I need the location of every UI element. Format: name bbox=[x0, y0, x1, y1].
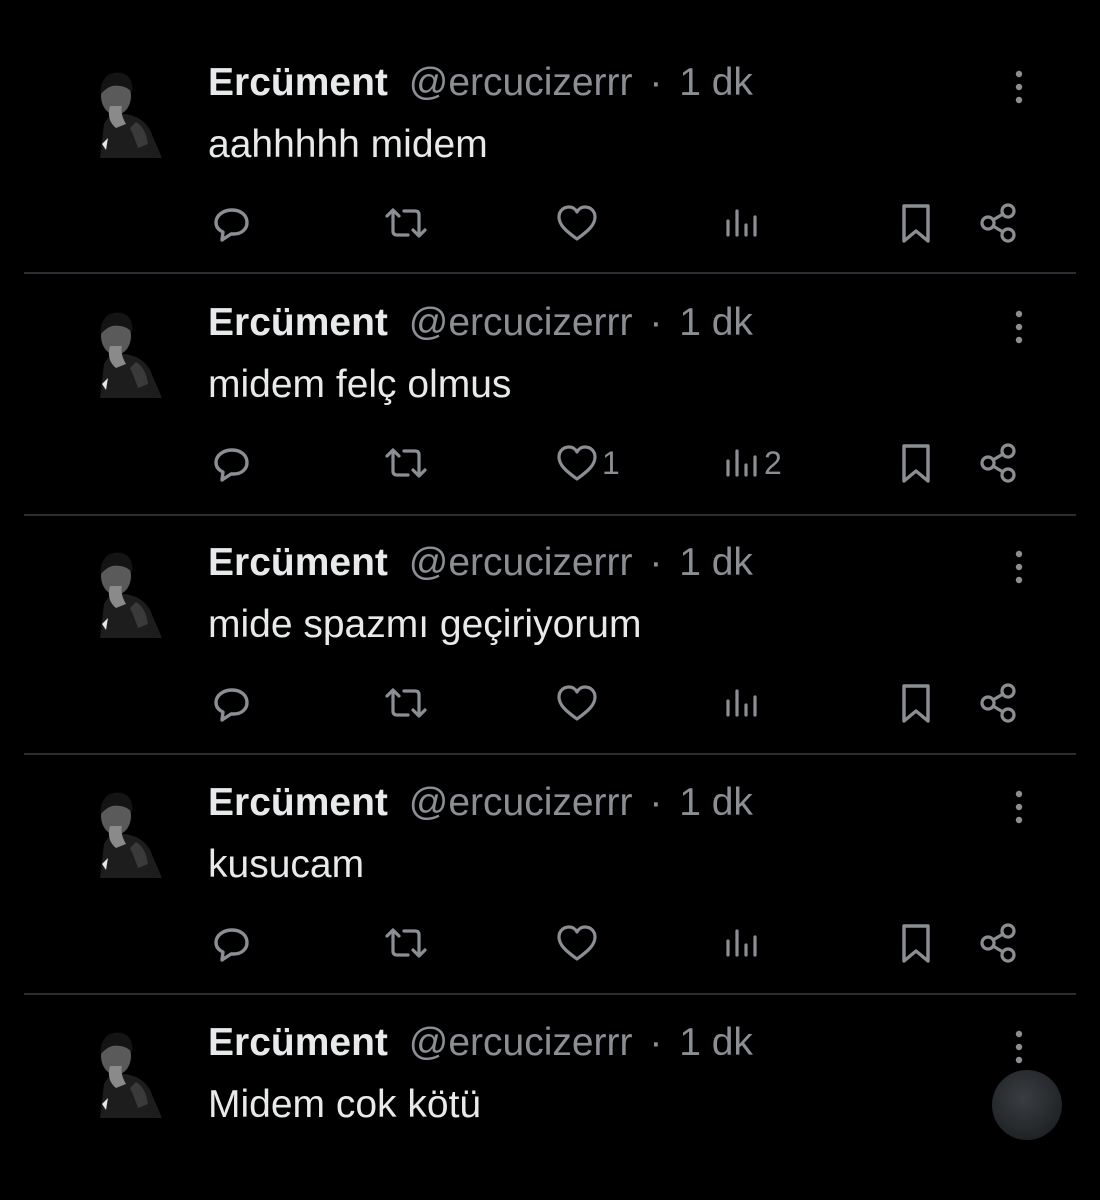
tweet-text: midem felç olmus bbox=[208, 363, 512, 406]
bookmark-icon bbox=[902, 684, 930, 723]
more-options-icon[interactable] bbox=[1008, 306, 1030, 350]
display-name[interactable]: Ercüment bbox=[208, 541, 388, 584]
display-name[interactable]: Ercüment bbox=[208, 61, 388, 104]
tweet[interactable]: Ercüment @ercucizerrr · 1 dk aahhhhh mid… bbox=[0, 0, 1100, 243]
tweet[interactable]: Ercüment @ercucizerrr · 1 dk Midem cok k… bbox=[0, 960, 1100, 1200]
display-name[interactable]: Ercüment bbox=[208, 781, 388, 824]
retweet-icon bbox=[385, 688, 427, 718]
avatar[interactable] bbox=[76, 1024, 170, 1118]
user-handle[interactable]: @ercucizerrr bbox=[409, 1021, 633, 1064]
user-handle[interactable]: @ercucizerrr bbox=[409, 541, 633, 584]
display-name[interactable]: Ercüment bbox=[208, 1021, 388, 1064]
retweet-icon bbox=[385, 208, 427, 238]
views-icon bbox=[726, 689, 757, 717]
separator-dot: · bbox=[649, 541, 663, 584]
tweet-header: Ercüment @ercucizerrr · 1 dk bbox=[208, 58, 753, 108]
separator-dot: · bbox=[649, 781, 663, 824]
separator-dot: · bbox=[649, 301, 663, 344]
tweet[interactable]: Ercüment @ercucizerrr · 1 dk mide spazmı… bbox=[0, 480, 1100, 723]
display-name[interactable]: Ercüment bbox=[208, 301, 388, 344]
more-options-icon[interactable] bbox=[1008, 66, 1030, 110]
more-options-icon[interactable] bbox=[1008, 546, 1030, 590]
timestamp[interactable]: 1 dk bbox=[679, 541, 753, 584]
bookmark-icon bbox=[902, 444, 930, 483]
separator-dot: · bbox=[649, 1021, 663, 1064]
tweet[interactable]: Ercüment @ercucizerrr · 1 dk midem felç … bbox=[0, 240, 1100, 483]
avatar[interactable] bbox=[76, 784, 170, 878]
bookmark-icon bbox=[902, 924, 930, 963]
views-icon bbox=[726, 929, 757, 957]
reply-icon bbox=[214, 928, 249, 962]
more-options-icon[interactable] bbox=[1008, 1026, 1030, 1070]
retweet-icon bbox=[385, 928, 427, 958]
views-icon bbox=[726, 449, 757, 477]
user-handle[interactable]: @ercucizerrr bbox=[409, 781, 633, 824]
reply-icon bbox=[214, 208, 249, 242]
views-icon bbox=[726, 209, 757, 237]
tweet-header: Ercüment @ercucizerrr · 1 dk bbox=[208, 538, 753, 588]
avatar[interactable] bbox=[76, 544, 170, 638]
heart-icon bbox=[557, 925, 597, 961]
tweet-text: Midem cok kötü bbox=[208, 1083, 482, 1126]
timestamp[interactable]: 1 dk bbox=[679, 61, 753, 104]
reply-icon bbox=[214, 448, 249, 482]
views-count: 2 bbox=[764, 444, 782, 481]
tweet-text: mide spazmı geçiriyorum bbox=[208, 603, 642, 646]
tweet-header: Ercüment @ercucizerrr · 1 dk bbox=[208, 1018, 753, 1068]
tweet-text: aahhhhh midem bbox=[208, 123, 488, 166]
floating-action-button[interactable] bbox=[992, 1070, 1062, 1140]
tweet-header: Ercüment @ercucizerrr · 1 dk bbox=[208, 778, 753, 828]
heart-icon bbox=[557, 445, 597, 481]
avatar[interactable] bbox=[76, 64, 170, 158]
tweet-header: Ercüment @ercucizerrr · 1 dk bbox=[208, 298, 753, 348]
heart-icon bbox=[557, 205, 597, 241]
timestamp[interactable]: 1 dk bbox=[679, 781, 753, 824]
more-options-icon[interactable] bbox=[1008, 786, 1030, 830]
retweet-icon bbox=[385, 448, 427, 478]
timeline: Ercüment @ercucizerrr · 1 dk aahhhhh mid… bbox=[0, 0, 1100, 1200]
user-handle[interactable]: @ercucizerrr bbox=[409, 301, 633, 344]
separator-dot: · bbox=[649, 61, 663, 104]
reply-icon bbox=[214, 688, 249, 722]
bookmark-icon bbox=[902, 204, 930, 243]
like-count: 1 bbox=[602, 444, 620, 481]
avatar[interactable] bbox=[76, 304, 170, 398]
user-handle[interactable]: @ercucizerrr bbox=[409, 61, 633, 104]
tweet-text: kusucam bbox=[208, 843, 365, 886]
heart-icon bbox=[557, 685, 597, 721]
tweet[interactable]: Ercüment @ercucizerrr · 1 dk kusucam bbox=[0, 720, 1100, 963]
timestamp[interactable]: 1 dk bbox=[679, 1021, 753, 1064]
timestamp[interactable]: 1 dk bbox=[679, 301, 753, 344]
